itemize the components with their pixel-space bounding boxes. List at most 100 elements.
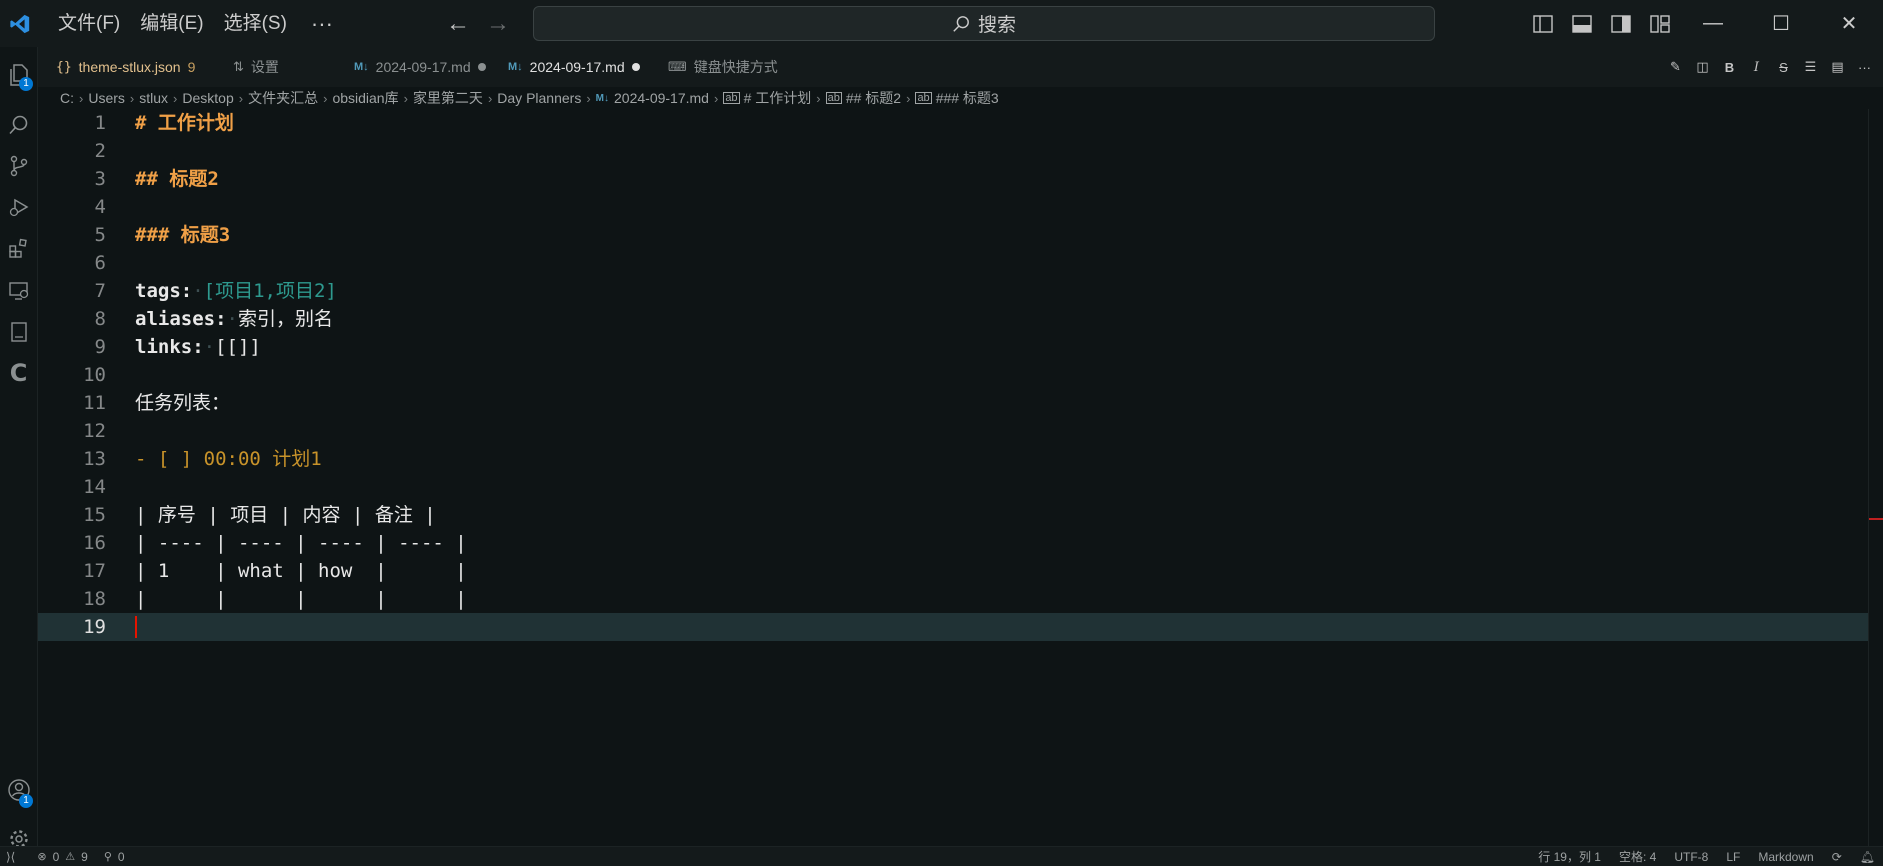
scrollbar-cursor-marker xyxy=(1869,518,1883,520)
frontmatter-key: aliases: xyxy=(135,308,227,330)
ports-icon[interactable]: ⚲ xyxy=(104,850,112,863)
editor-line: 6 xyxy=(38,249,1883,277)
editor-line: 4 xyxy=(38,193,1883,221)
minimize-icon[interactable]: — xyxy=(1679,0,1747,47)
source-control-icon[interactable] xyxy=(0,146,37,186)
encoding[interactable]: UTF-8 xyxy=(1674,850,1708,864)
italic-icon[interactable]: I xyxy=(1748,59,1765,76)
chevron-right-icon: › xyxy=(906,90,911,106)
breadcrumb-item[interactable]: ## 标题2 xyxy=(846,88,901,108)
editor-line: 18 | | | | | xyxy=(38,585,1883,613)
chevron-right-icon: › xyxy=(79,90,84,106)
maximize-icon[interactable]: ☐ xyxy=(1747,0,1815,47)
back-arrow-icon[interactable]: ← xyxy=(446,10,470,38)
notebook-icon[interactable] xyxy=(0,312,37,352)
split-editor-icon[interactable]: ▤ xyxy=(1829,59,1846,76)
breadcrumb-item[interactable]: stlux xyxy=(139,90,168,106)
breadcrumb-item[interactable]: 文件夹汇总 xyxy=(248,88,318,108)
breadcrumb-item[interactable]: C: xyxy=(60,90,74,106)
editor-line: 15 | 序号 | 项目 | 内容 | 备注 | xyxy=(38,501,1883,529)
line-number: 17 xyxy=(83,560,106,582)
unsaved-dot-icon[interactable] xyxy=(477,63,486,71)
sync-icon[interactable]: ⟳ xyxy=(1832,850,1842,864)
open-preview-to-side-icon[interactable]: ◫ xyxy=(1694,59,1711,76)
remote-indicator-icon[interactable]: ⟩⟨ xyxy=(6,850,15,864)
menu-more[interactable]: ··· xyxy=(297,0,347,47)
breadcrumb-item[interactable]: 家里第二天 xyxy=(413,88,483,108)
warnings-icon[interactable]: ⚠ xyxy=(65,850,75,863)
line-number: 16 xyxy=(83,532,106,554)
editor-line: 16 | ---- | ---- | ---- | ---- | xyxy=(38,529,1883,557)
cursor-position[interactable]: 行 19，列 1 xyxy=(1538,848,1601,865)
line-number: 3 xyxy=(94,168,106,190)
toggle-panel-icon[interactable] xyxy=(1562,0,1601,47)
toggle-primary-sidebar-icon[interactable] xyxy=(1523,0,1562,47)
breadcrumb-item[interactable]: Day Planners xyxy=(497,90,581,106)
ports-count[interactable]: 0 xyxy=(118,850,125,864)
command-center-search[interactable]: 搜索 xyxy=(533,6,1435,41)
edit-pencil-icon[interactable]: ✎ xyxy=(1667,59,1684,76)
editor-line: 8 aliases:·索引，别名 xyxy=(38,305,1883,333)
editor-area[interactable]: 1 # 工作计划 2 3 ## 标题2 4 5 ### 标题3 6 7 tags… xyxy=(38,109,1883,846)
tab-theme-json[interactable]: {} theme-stlux.json 9 xyxy=(56,47,195,87)
menu-edit[interactable]: 编辑(E) xyxy=(130,0,213,47)
bold-icon[interactable]: B xyxy=(1721,59,1738,76)
language-mode[interactable]: Markdown xyxy=(1758,850,1813,864)
frontmatter-value: 索引，别名 xyxy=(237,308,333,330)
forward-arrow-icon[interactable]: → xyxy=(486,10,510,38)
more-actions-icon[interactable]: ··· xyxy=(1856,59,1873,76)
text-cursor xyxy=(135,616,137,638)
indentation[interactable]: 空格: 4 xyxy=(1619,848,1656,865)
tab-label: 设置 xyxy=(250,59,279,75)
editor-line: 9 links:·[[]] xyxy=(38,333,1883,361)
tab-settings[interactable]: ⇅ 设置 xyxy=(233,47,279,87)
strikethrough-icon[interactable]: S xyxy=(1775,59,1792,76)
breadcrumb-item[interactable]: obsidian库 xyxy=(332,88,398,108)
line-number: 13 xyxy=(83,448,106,470)
symbol-string-icon: ab xyxy=(723,92,740,104)
breadcrumb-item[interactable]: 2024-09-17.md xyxy=(614,90,709,106)
editor-line: 3 ## 标题2 xyxy=(38,165,1883,193)
tab-markdown-1[interactable]: M↓ 2024-09-17.md xyxy=(354,47,486,87)
breadcrumb-item[interactable]: # 工作计划 xyxy=(744,88,812,108)
list-icon[interactable]: ☰ xyxy=(1802,59,1819,76)
remote-explorer-icon[interactable] xyxy=(0,271,37,311)
tab-problem-count: 9 xyxy=(187,59,196,75)
menu-file[interactable]: 文件(F) xyxy=(48,0,130,47)
menu-selection[interactable]: 选择(S) xyxy=(214,0,297,47)
errors-icon[interactable]: ⊗ xyxy=(37,850,46,863)
breadcrumb-item[interactable]: Desktop xyxy=(182,90,233,106)
warning-count[interactable]: 9 xyxy=(81,850,88,864)
close-icon[interactable]: ✕ xyxy=(1815,0,1883,47)
heading-2-text: ## 标题2 xyxy=(135,168,219,190)
line-number: 6 xyxy=(94,252,106,274)
search-sidebar-icon[interactable] xyxy=(0,105,37,145)
breadcrumb-item[interactable]: Users xyxy=(88,90,125,106)
title-bar: 文件(F) 编辑(E) 选择(S) ··· ← → 搜索 — ☐ ✕ xyxy=(0,0,1883,47)
breadcrumb: C: › Users › stlux › Desktop › 文件夹汇总 › o… xyxy=(60,87,999,109)
extensions-icon[interactable] xyxy=(0,228,37,268)
chevron-right-icon: › xyxy=(816,90,821,106)
line-number: 19 xyxy=(83,616,106,638)
tab-keyboard-shortcuts[interactable]: ⌨ 键盘快捷方式 xyxy=(668,47,778,87)
toggle-secondary-sidebar-icon[interactable] xyxy=(1601,0,1640,47)
symbol-string-icon: ab xyxy=(825,92,842,104)
nav-arrows: ← → xyxy=(446,0,510,47)
accounts-icon[interactable]: 1 xyxy=(0,770,37,810)
json-braces-icon: {} xyxy=(56,59,72,75)
heading-1-text: # 工作计划 xyxy=(135,112,234,134)
customize-layout-icon[interactable] xyxy=(1640,0,1679,47)
error-count[interactable]: 0 xyxy=(53,850,60,864)
end-of-line[interactable]: LF xyxy=(1726,850,1740,864)
run-debug-icon[interactable] xyxy=(0,187,37,227)
accounts-badge: 1 xyxy=(19,794,33,808)
c-extension-icon[interactable]: C xyxy=(0,353,37,393)
editor-line: 14 xyxy=(38,473,1883,501)
breadcrumb-item[interactable]: ### 标题3 xyxy=(936,88,999,108)
explorer-icon[interactable]: 1 xyxy=(0,55,37,95)
unsaved-dot-icon[interactable] xyxy=(631,63,640,71)
tab-markdown-2[interactable]: M↓ 2024-09-17.md xyxy=(508,47,640,87)
notifications-bell-icon[interactable]: 🔔︎ xyxy=(1860,850,1875,864)
frontmatter-line: aliases:·索引，别名 xyxy=(135,308,333,330)
editor-scrollbar[interactable] xyxy=(1868,109,1883,846)
